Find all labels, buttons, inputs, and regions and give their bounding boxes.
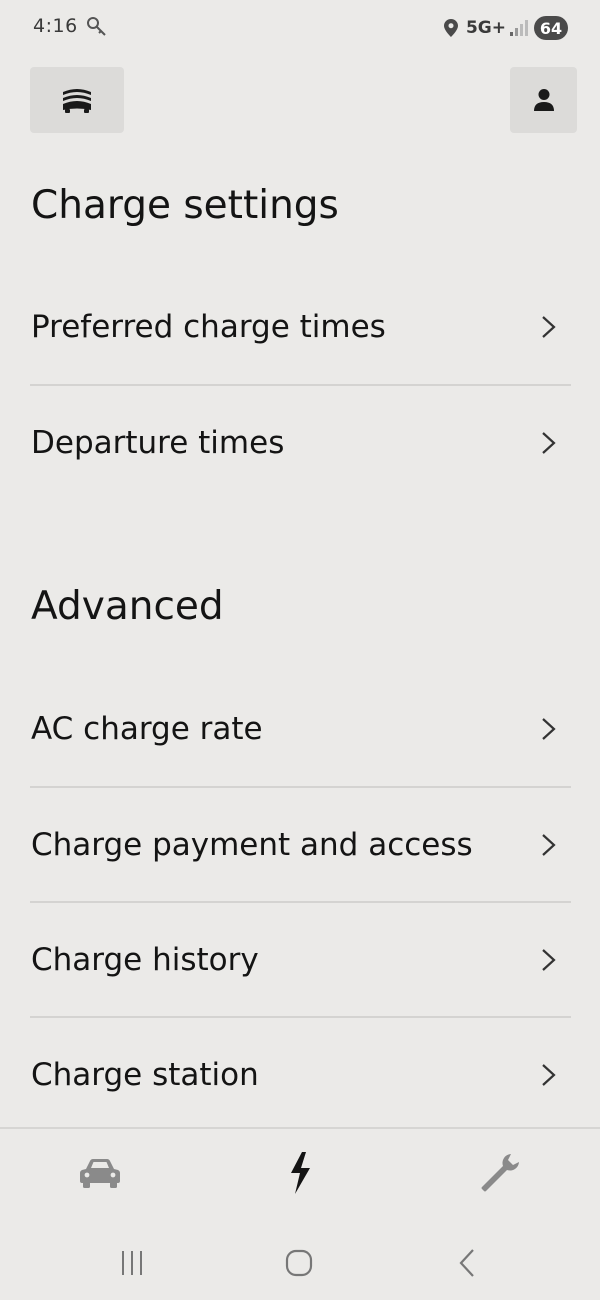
- nav-tab-car[interactable]: [60, 1141, 140, 1205]
- row-preferred-charge-times[interactable]: Preferred charge times: [30, 270, 571, 384]
- person-icon: [533, 89, 554, 111]
- row-charge-station[interactable]: Charge station: [30, 1018, 571, 1132]
- status-time: 4:16: [33, 15, 78, 37]
- section-title-charge-settings: Charge settings: [31, 183, 339, 228]
- chevron-right-icon: [542, 1064, 556, 1086]
- home-icon: [285, 1249, 313, 1277]
- row-departure-times[interactable]: Departure times: [30, 386, 571, 500]
- battery-level: 64: [539, 18, 563, 38]
- menu-button[interactable]: [30, 67, 124, 133]
- status-right: 5G+ 64: [443, 14, 568, 42]
- section-title-advanced: Advanced: [31, 584, 224, 629]
- row-label: Preferred charge times: [31, 309, 386, 345]
- row-charge-history[interactable]: Charge history: [30, 903, 571, 1017]
- car-icon: [80, 1159, 120, 1188]
- recents-icon: [122, 1251, 142, 1275]
- back-icon: [459, 1249, 474, 1277]
- chevron-right-icon: [542, 432, 556, 454]
- status-bar: 4:16 5G+ 64: [0, 0, 600, 56]
- bottom-nav: [0, 1129, 600, 1225]
- wrench-icon: [481, 1154, 519, 1192]
- chevron-right-icon: [542, 718, 556, 740]
- row-label: Charge station: [31, 1057, 259, 1093]
- recents-button[interactable]: [102, 1240, 162, 1286]
- row-ac-charge-rate[interactable]: AC charge rate: [30, 672, 571, 786]
- key-icon: [87, 17, 106, 36]
- system-nav-bar: [0, 1226, 600, 1300]
- signal-icon: [510, 20, 528, 36]
- back-button[interactable]: [437, 1240, 497, 1286]
- nav-tab-charge[interactable]: [260, 1141, 340, 1205]
- location-icon: [443, 19, 458, 37]
- home-button[interactable]: [269, 1240, 329, 1286]
- row-charge-payment-and-access[interactable]: Charge payment and access: [30, 788, 571, 902]
- chevron-right-icon: [542, 834, 556, 856]
- nav-tab-service[interactable]: [460, 1141, 540, 1205]
- profile-button[interactable]: [510, 67, 577, 133]
- battery-icon: 64: [534, 16, 568, 40]
- stack-icon: [63, 89, 91, 113]
- chevron-right-icon: [542, 316, 556, 338]
- row-label: Charge history: [31, 942, 259, 978]
- row-label: Departure times: [31, 425, 285, 461]
- lightning-icon: [291, 1152, 310, 1194]
- row-label: AC charge rate: [31, 711, 263, 747]
- chevron-right-icon: [542, 949, 556, 971]
- row-label: Charge payment and access: [31, 827, 473, 863]
- network-type: 5G+: [465, 18, 506, 38]
